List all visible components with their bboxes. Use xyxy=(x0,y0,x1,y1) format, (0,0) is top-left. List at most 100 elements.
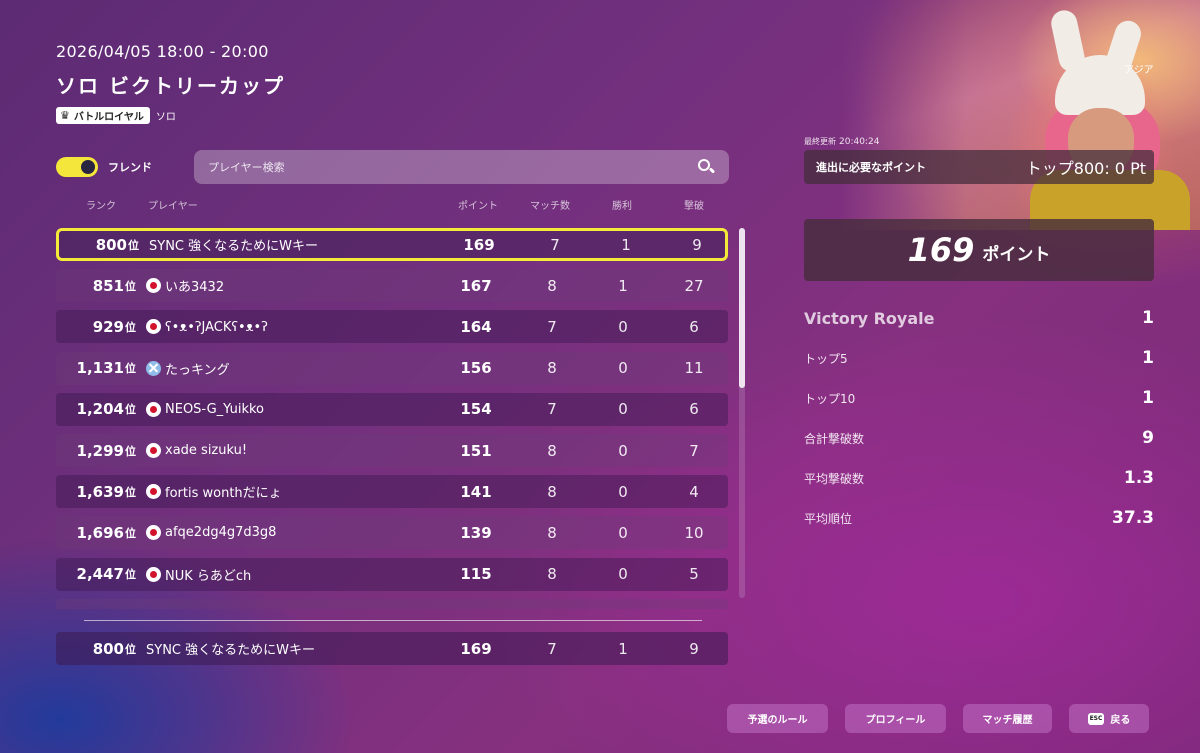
last-updated-time: 20:40:24 xyxy=(839,137,880,147)
matches-cell: 7 xyxy=(550,235,560,254)
player-cell: afqe2dg4g7d3g8 xyxy=(146,516,446,549)
table-row[interactable]: 1,696 位 afqe2dg4g7d3g8 139 8 0 10 xyxy=(56,516,728,550)
table-row[interactable]: 851 位 いあ3432 167 8 1 27 xyxy=(56,269,728,303)
points-cell: 167 xyxy=(460,276,492,295)
player-cell: いあ3432 xyxy=(146,269,446,302)
table-row[interactable]: 1,299 位 xade sizuku! 151 8 0 7 xyxy=(56,434,728,467)
back-button[interactable]: ESC 戻る xyxy=(1069,704,1149,733)
stat-avg-kills: 平均撃破数 1.3 xyxy=(804,468,1154,488)
search-icon[interactable] xyxy=(697,158,716,176)
event-date: 2026/04/05 18:00 - 20:00 xyxy=(56,42,269,61)
stat-top5: トップ5 1 xyxy=(804,348,1154,368)
matches-cell: 8 xyxy=(547,523,557,542)
rules-button[interactable]: 予選のルール xyxy=(727,704,828,733)
player-name: たっキング xyxy=(165,362,230,378)
wins-cell: 0 xyxy=(618,523,628,542)
points-cell: 151 xyxy=(460,441,492,460)
last-updated-label: 最終更新 xyxy=(804,137,836,146)
wins-cell: 0 xyxy=(618,317,628,336)
friends-toggle[interactable] xyxy=(56,157,98,177)
table-row[interactable]: 1,639 位 fortis wonthだにょ 141 8 0 4 xyxy=(56,475,728,509)
table-row[interactable]: 1,204 位 NEOS-G_Yuikko 154 7 0 6 xyxy=(56,392,728,426)
kills-cell: 4 xyxy=(689,482,699,501)
kills-cell: 11 xyxy=(684,359,704,378)
points-cell: 141 xyxy=(460,482,492,501)
divider xyxy=(84,620,702,621)
back-label: 戻る xyxy=(1110,715,1131,726)
required-points-value: トップ800: 0 Pt xyxy=(1025,159,1146,178)
mode-badge: ♛ バトルロイヤル xyxy=(56,107,150,124)
rank-cell: 929 位 xyxy=(92,317,136,336)
table-row[interactable]: 929 位 ʕ•ᴥ•ʔJACKʕ•ᴥ•ʔ 164 7 0 6 xyxy=(56,310,728,344)
player-name: SYNC 強くなるためにWキー xyxy=(146,643,315,658)
points-cell: 169 xyxy=(460,639,492,658)
matches-cell: 8 xyxy=(547,276,557,295)
player-name: SYNC 強くなるためにWキー xyxy=(149,239,318,254)
event-title: ソロ ビクトリーカップ xyxy=(56,74,285,98)
player-cell: NEOS-G_Yuikko xyxy=(146,393,446,426)
points-cell: 154 xyxy=(460,400,492,419)
points-cell: 115 xyxy=(460,565,492,584)
character-art xyxy=(840,0,1200,250)
player-name: ʕ•ᴥ•ʔJACKʕ•ᴥ•ʔ xyxy=(165,319,268,335)
table-row[interactable]: 800 位 SYNC 強くなるためにWキー 169 7 1 9 xyxy=(56,228,728,261)
total-points-box: 169 ポイント xyxy=(804,219,1154,281)
wins-cell: 0 xyxy=(618,441,628,460)
column-header-player: プレイヤー xyxy=(148,201,198,212)
column-header-wins: 勝利 xyxy=(612,201,632,212)
player-cell: SYNC 強くなるためにWキー xyxy=(149,228,449,261)
kills-cell: 6 xyxy=(689,400,699,419)
player-cell: ʕ•ᴥ•ʔJACKʕ•ᴥ•ʔ xyxy=(146,310,446,343)
table-row[interactable]: 1,131 位 たっキング 156 8 0 11 xyxy=(56,351,728,385)
crossed-swords-icon xyxy=(146,360,161,376)
scrollbar-thumb[interactable] xyxy=(739,228,745,388)
kills-cell: 5 xyxy=(689,565,699,584)
wins-cell: 1 xyxy=(618,276,628,295)
points-cell: 156 xyxy=(460,359,492,378)
japan-flag-icon xyxy=(146,566,161,582)
kills-cell: 9 xyxy=(692,235,702,254)
points-cell: 169 xyxy=(463,235,495,254)
rank-cell: 1,639 位 xyxy=(76,482,136,501)
mode-sub-label: ソロ xyxy=(155,112,176,123)
crown-icon: ♛ xyxy=(60,109,70,122)
player-search xyxy=(194,150,729,184)
rank-cell: 851 位 xyxy=(92,276,136,295)
rank-cell: 1,204 位 xyxy=(76,400,136,419)
kills-cell: 10 xyxy=(684,523,704,542)
japan-flag-icon xyxy=(146,525,161,541)
matches-cell: 8 xyxy=(547,565,557,584)
region-label: アジア xyxy=(1124,65,1154,76)
stat-total-kills: 合計撃破数 9 xyxy=(804,428,1154,448)
friends-toggle-wrap: フレンド xyxy=(56,157,152,177)
player-name: xade sizuku! xyxy=(165,443,248,458)
last-updated: 最終更新 20:40:24 xyxy=(804,136,879,147)
column-header-kills: 撃破 xyxy=(684,201,704,212)
matches-cell: 8 xyxy=(547,359,557,378)
matches-cell: 7 xyxy=(547,317,557,336)
rank-cell: 800 位 xyxy=(92,639,136,658)
esc-key-icon: ESC xyxy=(1087,712,1105,725)
wins-cell: 0 xyxy=(618,482,628,501)
player-cell: たっキング xyxy=(146,352,446,385)
table-row[interactable]: 2,447 位 NUK らあどch 115 8 0 5 xyxy=(56,557,728,591)
points-cell: 164 xyxy=(460,317,492,336)
player-name: いあ3432 xyxy=(165,280,225,296)
stat-avg-placement: 平均順位 37.3 xyxy=(804,508,1154,528)
player-search-input[interactable] xyxy=(208,160,697,174)
japan-flag-icon xyxy=(146,443,161,458)
rank-cell: 2,447 位 xyxy=(76,565,136,584)
own-rank-row[interactable]: 800 位 SYNC 強くなるためにWキー 169 7 1 9 xyxy=(56,632,728,665)
leaderboard-list[interactable]: 800 位 SYNC 強くなるためにWキー 169 7 1 9 851 位いあ3432 167 8 1… xyxy=(56,228,728,609)
toggle-knob xyxy=(81,160,95,174)
matches-cell: 8 xyxy=(547,441,557,460)
wins-cell: 1 xyxy=(618,639,628,658)
leaderboard-scrollbar[interactable] xyxy=(739,228,745,598)
match-history-button[interactable]: マッチ履歴 xyxy=(963,704,1052,733)
matches-cell: 7 xyxy=(547,639,557,658)
player-name: afqe2dg4g7d3g8 xyxy=(165,525,277,541)
player-name: NUK らあどch xyxy=(165,568,252,584)
profile-button[interactable]: プロフィール xyxy=(845,704,946,733)
table-row[interactable] xyxy=(56,598,728,609)
stat-victory-royale: Victory Royale 1 xyxy=(804,308,1154,328)
